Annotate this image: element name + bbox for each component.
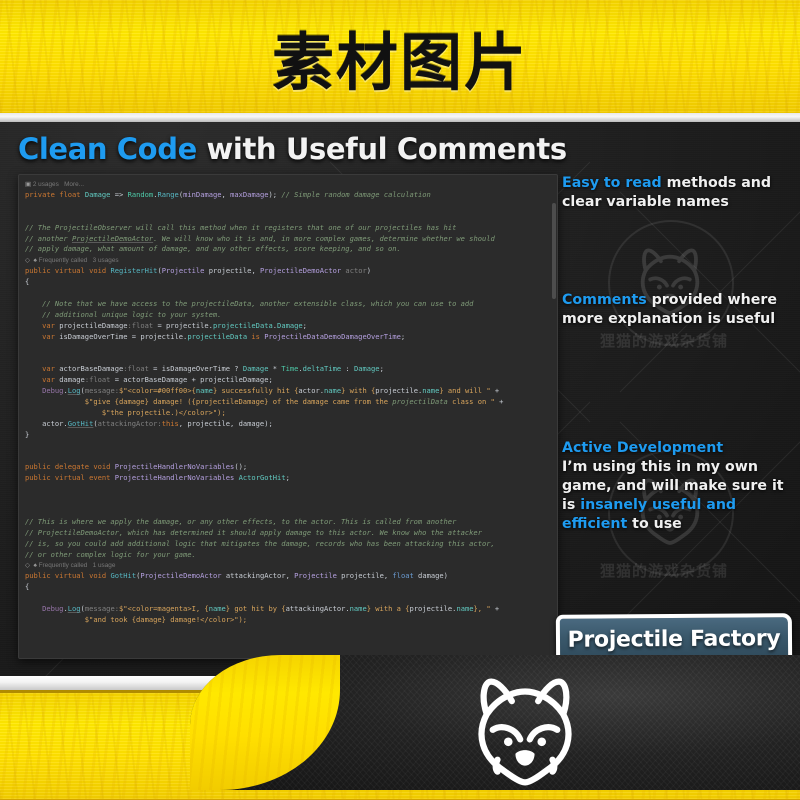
code-line: } — [25, 429, 30, 439]
feature-block-active-development: Active Development I’m using this in my … — [562, 439, 794, 534]
code-line: // The ProjectileObserver will call this… — [25, 222, 457, 232]
poster-root: 素材图片 狸猫的游戏杂货铺 狸猫的游戏杂货铺 Clean Code with U… — [0, 0, 800, 800]
feature-1-accent: Easy to read — [562, 175, 662, 191]
code-line: // Note that we have access to the proje… — [25, 299, 474, 309]
code-line: $"and took {damage} damage!</color>"); — [25, 614, 248, 624]
page-headline: Clean Code with Useful Comments — [18, 132, 567, 166]
code-line: public virtual void RegisterHit(Projecti… — [25, 266, 372, 276]
watermark-text: 狸猫的游戏杂货铺 — [600, 332, 729, 350]
code-hint-usages[interactable]: ▣ 2 usages More... — [19, 179, 557, 190]
code-line: // This is where we apply the damage, or… — [25, 516, 457, 526]
code-line: // another ProjectileDemoActor. We will … — [25, 233, 495, 243]
code-line: // ProjectileDemoActor, which has determ… — [25, 527, 482, 537]
code-line: { — [25, 582, 30, 592]
feature-block-comments: Comments provided where more explanation… — [562, 291, 788, 329]
code-scroll-area[interactable]: ▣ 2 usages More... private float Damage … — [19, 175, 557, 658]
feature-copy-column: Easy to read methods and clear variable … — [562, 174, 788, 532]
feature-2-accent: Comments — [562, 292, 647, 308]
code-hint-frequently-called-2[interactable]: ◇ ♠ Frequently called 1 usage — [19, 560, 557, 571]
content-panel: 狸猫的游戏杂货铺 狸猫的游戏杂货铺 狸猫的游戏杂货铺 狸猫的游戏杂货铺 狸猫的游… — [0, 122, 800, 676]
code-line: // or other complex logic for your game. — [25, 549, 196, 559]
code-hint-frequently-called[interactable]: ◇ ♠ Frequently called 3 usages — [19, 255, 557, 266]
projectile-factory-label: Projectile Factory — [567, 625, 781, 653]
code-line: public virtual event ProjectileHandlerNo… — [25, 473, 290, 483]
code-line: // is, so you could add additional logic… — [25, 538, 495, 548]
code-line: public delegate void ProjectileHandlerNo… — [25, 462, 248, 472]
top-banner-divider — [0, 113, 800, 122]
code-line: $"the projectile.)</color>"); — [25, 407, 226, 417]
code-line: private float Damage => Random.Range(min… — [25, 190, 431, 199]
swoosh-yellow-notch — [190, 655, 340, 790]
watermark-text: 狸猫的游戏杂货铺 — [600, 562, 729, 580]
brand-logo — [455, 676, 595, 786]
feature-block-easy-to-read: Easy to read methods and clear variable … — [562, 174, 788, 212]
poster-title: 素材图片 — [271, 25, 528, 99]
raccoon-logo-icon — [478, 678, 572, 786]
code-line: actor.GotHit(attackingActor:this, projec… — [25, 418, 273, 428]
code-line: Debug.Log(message:$"<color=magenta>I, {n… — [42, 604, 500, 614]
headline-rest: with Useful Comments — [196, 132, 568, 166]
code-editor-panel[interactable]: ▣ 2 usages More... private float Damage … — [18, 174, 558, 659]
code-scrollbar[interactable] — [552, 203, 556, 299]
feature-3-accent: Active Development — [562, 440, 724, 456]
feature-3-line2: to use — [627, 516, 682, 532]
code-line: public virtual void GotHit(ProjectileDem… — [25, 571, 448, 581]
code-line: { — [25, 277, 30, 287]
code-line: $"give {damage} damage! ({projectileDama… — [25, 397, 504, 407]
code-line: // additional unique logic to your syste… — [25, 309, 222, 319]
code-line: var projectileDamage:float = projectile.… — [42, 320, 307, 330]
code-line: Debug.Log(message:$"<color=#00ff00>{name… — [42, 386, 500, 396]
code-line: var damage:float = actorBaseDamage + pro… — [42, 375, 273, 385]
code-line: var isDamageOverTime = projectile.projec… — [42, 331, 406, 341]
code-line: // apply damage, what amount of damage, … — [25, 244, 401, 254]
headline-accent: Clean Code — [18, 132, 197, 166]
code-line: var actorBaseDamage:float = isDamageOver… — [42, 364, 384, 374]
